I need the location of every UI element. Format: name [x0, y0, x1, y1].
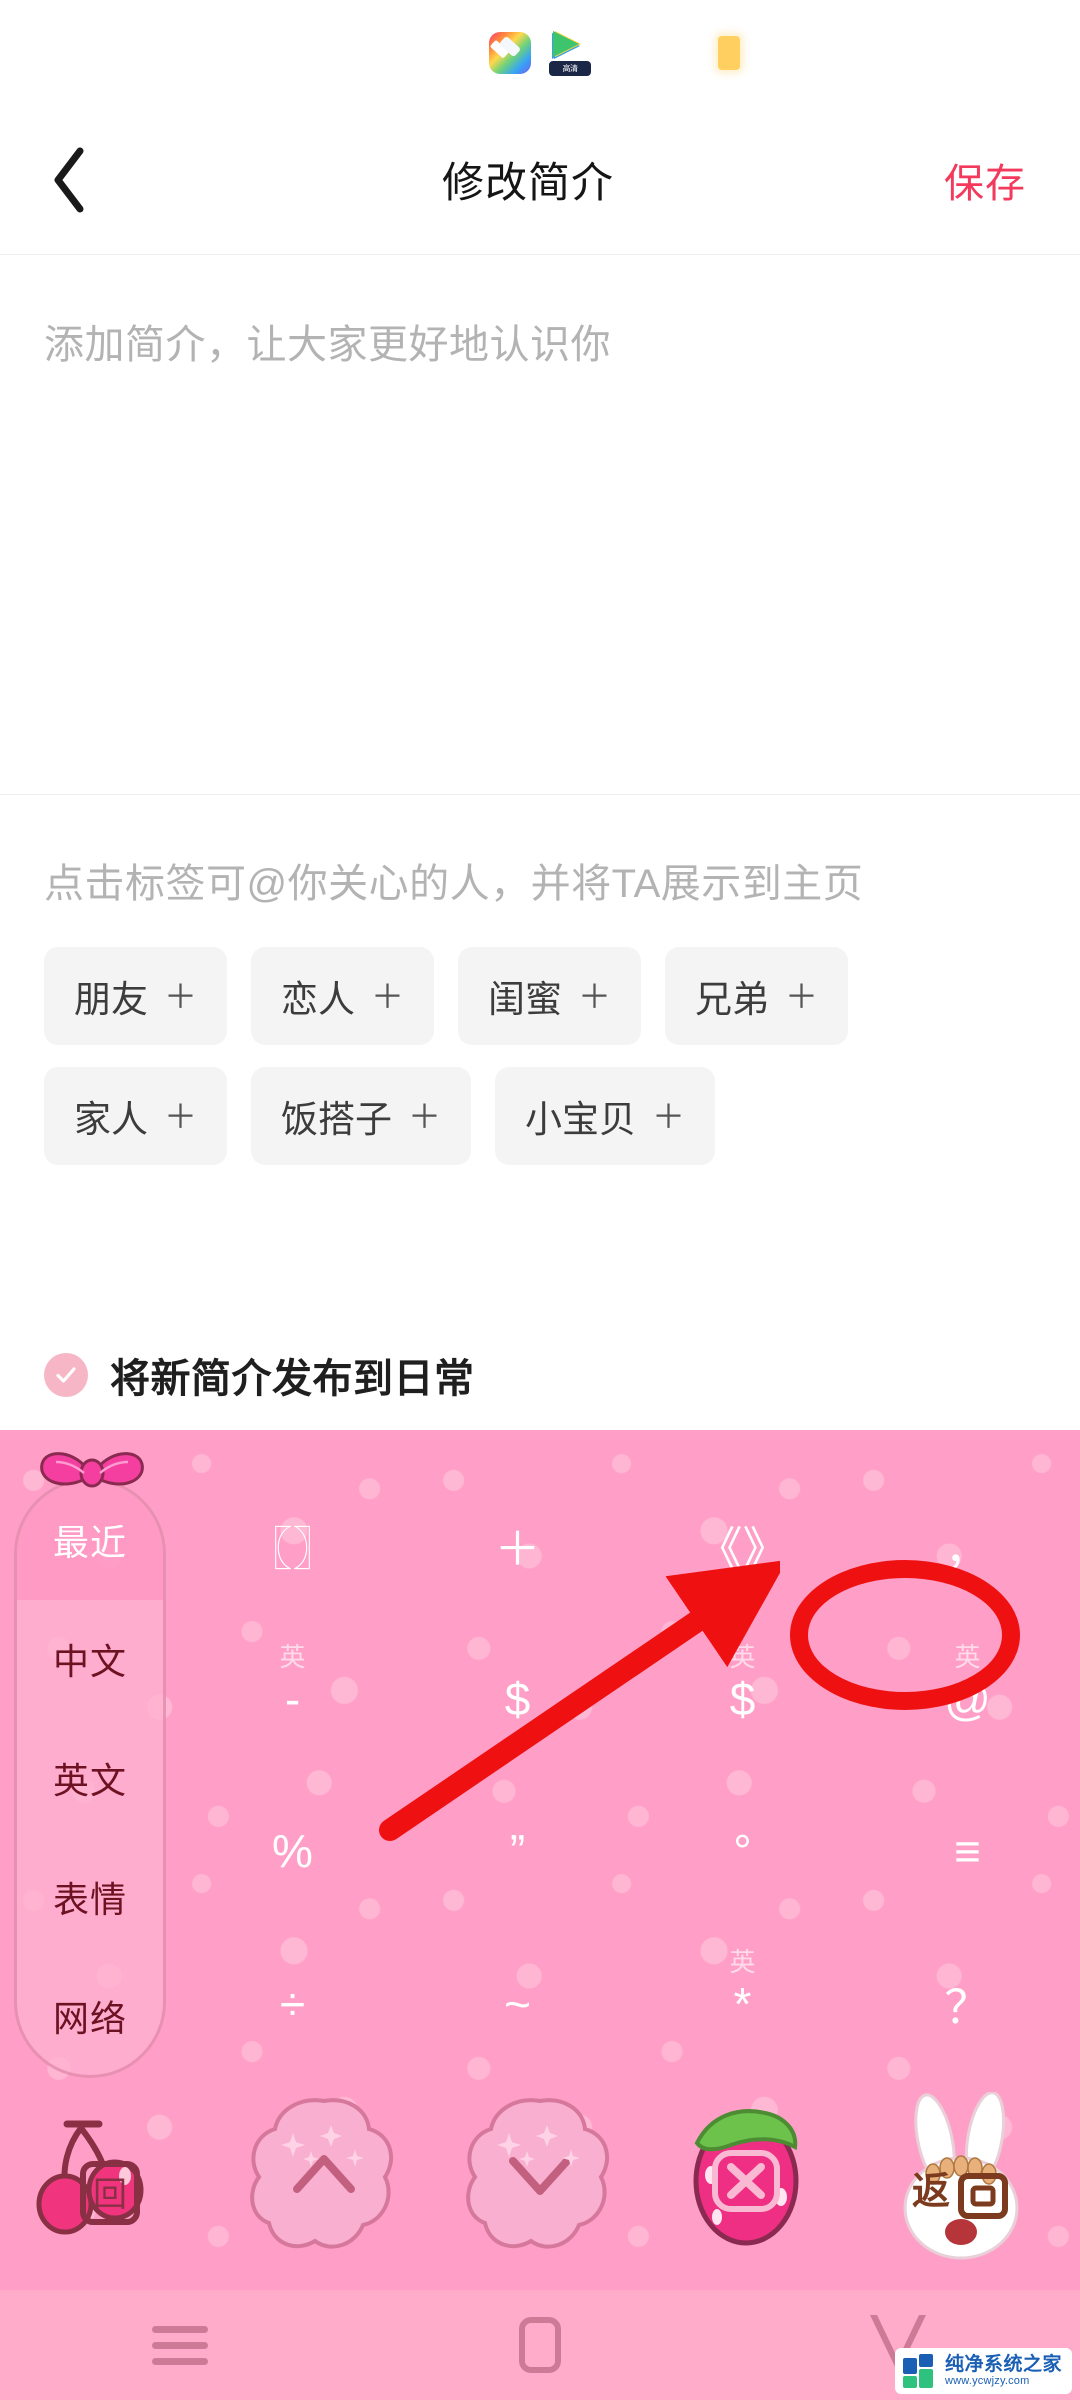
- key-glyph: ~: [504, 1977, 531, 2030]
- plus-icon: ＋: [652, 1097, 685, 1135]
- tag-chip-lianren[interactable]: 恋人 ＋: [251, 947, 434, 1045]
- keyboard-tab-label: 网络: [52, 1997, 127, 2039]
- key-glyph: ÷: [279, 1977, 306, 2030]
- tag-chip-label: 闺蜜: [488, 979, 562, 1020]
- keyboard-tab-network[interactable]: 网络: [17, 1956, 163, 2075]
- tag-chip-label: 朋友: [74, 979, 148, 1020]
- key-glyph: *: [733, 1977, 752, 2030]
- tag-section: 点击标签可@你关心的人，并将TA展示到主页 朋友 ＋ 恋人 ＋ 闺蜜 ＋ 兄弟 …: [0, 795, 1080, 1187]
- bio-placeholder: 添加简介，让大家更好地认识你: [44, 323, 611, 367]
- video-icon-tag: 高清: [549, 60, 591, 76]
- checkbox-checked-icon[interactable]: [44, 1353, 88, 1397]
- gallery-app-icon: [489, 31, 531, 74]
- keyboard-tab-label: 中文: [52, 1641, 127, 1683]
- annotation-arrow: [379, 1560, 780, 1841]
- home-square: [519, 2317, 561, 2373]
- recents-lines: [152, 2317, 208, 2374]
- rabbit-return-label-char-1: 返: [912, 2171, 950, 2213]
- rabbit-return-icon[interactable]: 返: [877, 2090, 1047, 2262]
- plus-icon: ＋: [408, 1097, 441, 1135]
- keyboard-tab-english[interactable]: 英文: [17, 1719, 163, 1838]
- save-button[interactable]: 保存: [938, 141, 1032, 219]
- tag-chip-guimi[interactable]: 闺蜜 ＋: [458, 947, 641, 1045]
- key-glyph: ？: [944, 1980, 991, 2033]
- tag-chip-jiaren[interactable]: 家人 ＋: [44, 1067, 227, 1165]
- cherry-key-glyph: 回: [93, 2176, 127, 2214]
- plus-icon: ＋: [578, 977, 611, 1015]
- watermark-name: 纯净系统之家: [944, 2353, 1062, 2375]
- chevron-left-icon: [48, 145, 90, 215]
- key-badge: 英: [729, 1946, 756, 1977]
- back-button[interactable]: [48, 135, 118, 225]
- key-glyph: 〖〗: [246, 1523, 339, 1576]
- status-bar-right: [680, 35, 1080, 70]
- tag-chip-label: 兄弟: [695, 979, 769, 1020]
- annotation-highlight-circle: [790, 1560, 1020, 1710]
- video-app-icon: 高清: [549, 30, 591, 76]
- page-header: 修改简介 保存: [0, 105, 1080, 255]
- key-divide[interactable]: ÷: [180, 1928, 405, 2081]
- watermark-url: www.ycwjzy.com: [944, 2375, 1030, 2388]
- plus-icon: ＋: [164, 1097, 197, 1135]
- play-triangle-icon: [553, 30, 579, 57]
- line: [152, 2325, 208, 2333]
- key-tilde[interactable]: ~: [405, 1928, 630, 2081]
- battery-icon: [718, 35, 740, 70]
- tag-chip-xiaobaobei[interactable]: 小宝贝 ＋: [495, 1067, 715, 1165]
- key-badge: 英: [279, 1641, 306, 1672]
- tag-chip-fandazi[interactable]: 饭搭子 ＋: [251, 1067, 471, 1165]
- line: [152, 2341, 208, 2349]
- tag-chip-label: 恋人: [281, 979, 355, 1020]
- page-down-icon[interactable]: [465, 2093, 615, 2261]
- status-bar-notifications: 高清: [400, 30, 680, 76]
- status-bar: 高清: [0, 0, 1080, 105]
- watermark: 纯净系统之家 www.ycwjzy.com: [894, 2348, 1072, 2394]
- plus-icon: ＋: [164, 977, 197, 1015]
- publish-to-daily-label: 将新简介发布到日常: [110, 1357, 475, 1401]
- bio-input-area[interactable]: 添加简介，让大家更好地认识你: [0, 255, 1080, 795]
- tag-chip-xiongdi[interactable]: 兄弟 ＋: [665, 947, 848, 1045]
- symbol-keyboard: 最近 中文 英文 表情 网络 〖〗 ＋ 《》 ， 英 - $ 英 $ 英 @ %…: [0, 1430, 1080, 2290]
- plus-icon: ＋: [785, 977, 818, 1015]
- keyboard-tab-chinese[interactable]: 中文: [17, 1600, 163, 1719]
- tag-chip-label: 饭搭子: [281, 1099, 392, 1140]
- keyboard-tab-label: 表情: [52, 1878, 127, 1920]
- home-square-icon[interactable]: [480, 2305, 600, 2385]
- tag-chip-pengyou[interactable]: 朋友 ＋: [44, 947, 227, 1045]
- publish-to-daily-row[interactable]: 将新简介发布到日常: [0, 1320, 1080, 1430]
- keyboard-tab-label: 英文: [52, 1759, 127, 1801]
- key-glyph: ≡: [954, 1825, 981, 1878]
- key-question-mark[interactable]: ？: [855, 1928, 1080, 2081]
- tag-hint-text: 点击标签可@你关心的人，并将TA展示到主页: [44, 862, 864, 906]
- keyboard-tab-label: 最近: [52, 1522, 127, 1564]
- tag-row: 朋友 ＋ 恋人 ＋ 闺蜜 ＋ 兄弟 ＋: [44, 947, 1036, 1045]
- phone-screen: 高清 修改简介 保存 添加简介，让大家更好地认识你 点击标签可@你关心的人，并将…: [0, 0, 1080, 2400]
- watermark-text: 纯净系统之家 www.ycwjzy.com: [944, 2353, 1062, 2388]
- tag-row: 家人 ＋ 饭搭子 ＋ 小宝贝 ＋: [44, 1067, 1036, 1165]
- page-title: 修改简介: [441, 159, 614, 206]
- pink-bow-icon: [36, 1442, 148, 1504]
- tag-chip-rows: 朋友 ＋ 恋人 ＋ 闺蜜 ＋ 兄弟 ＋ 家人 ＋ 饭搭子 ＋ 小宝贝 ＋: [44, 947, 1036, 1165]
- plus-icon: ＋: [371, 977, 404, 1015]
- line: [152, 2357, 208, 2365]
- key-glyph: -: [284, 1672, 301, 1725]
- cherry-switch-icon[interactable]: 回: [33, 2102, 183, 2252]
- key-glyph: %: [272, 1825, 313, 1878]
- tag-chip-label: 家人: [74, 1099, 148, 1140]
- tag-chip-label: 小宝贝: [525, 1099, 636, 1140]
- close-keyboard-icon[interactable]: [681, 2097, 811, 2257]
- keyboard-category-sidebar: 最近 中文 英文 表情 网络: [14, 1478, 166, 2078]
- key-asterisk[interactable]: 英 *: [630, 1928, 855, 2081]
- recents-menu-icon[interactable]: [120, 2305, 240, 2385]
- watermark-logo-icon: [902, 2354, 937, 2388]
- keyboard-function-row: 回 返: [0, 2089, 1080, 2264]
- keyboard-tab-emoji[interactable]: 表情: [17, 1837, 163, 1956]
- key-identical[interactable]: ≡: [855, 1775, 1080, 1928]
- page-up-icon[interactable]: [249, 2093, 399, 2261]
